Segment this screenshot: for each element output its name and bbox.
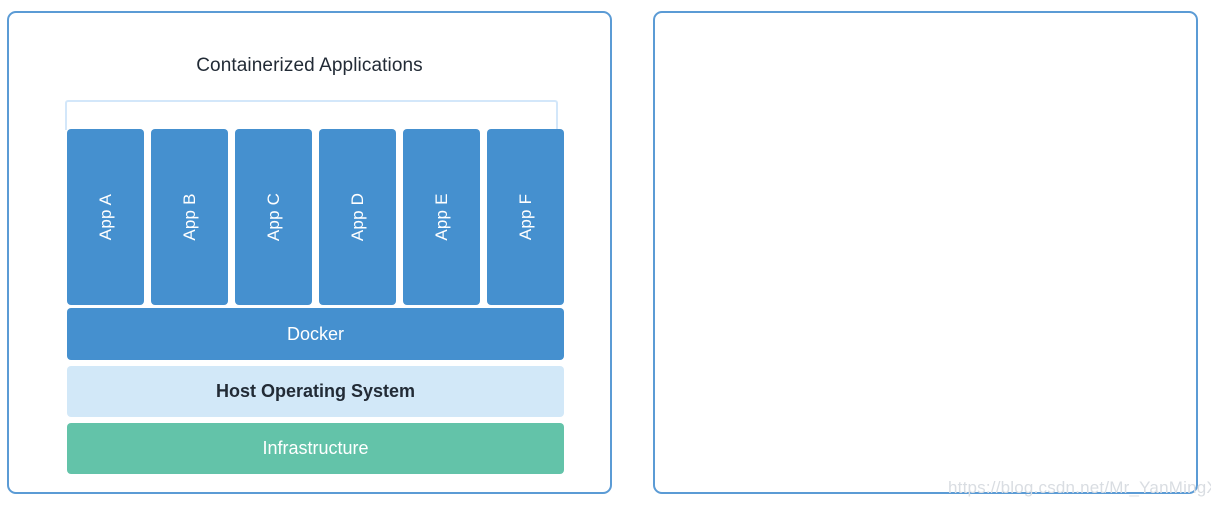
app-column-b: App B	[151, 129, 228, 305]
app-column-d: App D	[319, 129, 396, 305]
app-column-e: App E	[403, 129, 480, 305]
app-column-label: App B	[179, 193, 199, 241]
docker-layer: Docker	[67, 308, 564, 360]
application-columns: App A App B App C App D App E App F	[67, 129, 564, 305]
containerized-applications-panel: Containerized Applications App A App B A…	[7, 11, 612, 494]
app-column-label: App D	[347, 192, 367, 242]
app-column-label: App A	[95, 193, 115, 241]
containerized-applications-title: Containerized Applications	[196, 55, 423, 76]
app-column-a: App A	[67, 129, 144, 305]
applications-group-bracket	[65, 100, 558, 130]
source-watermark: https://blog.csdn.net/Mr_YanMingXin	[948, 478, 1211, 497]
app-column-c: App C	[235, 129, 312, 305]
virtual-machines-panel: Virtual Machine App A Guest Operating Sy…	[653, 11, 1198, 494]
host-operating-system-layer: Host Operating System	[67, 366, 564, 417]
app-column-label: App E	[431, 193, 451, 241]
app-column-label: App F	[515, 193, 535, 241]
app-column-label: App C	[263, 192, 283, 242]
infrastructure-layer-containers: Infrastructure	[67, 423, 564, 474]
app-column-f: App F	[487, 129, 564, 305]
diagram-canvas: Containerized Applications App A App B A…	[0, 0, 1211, 505]
